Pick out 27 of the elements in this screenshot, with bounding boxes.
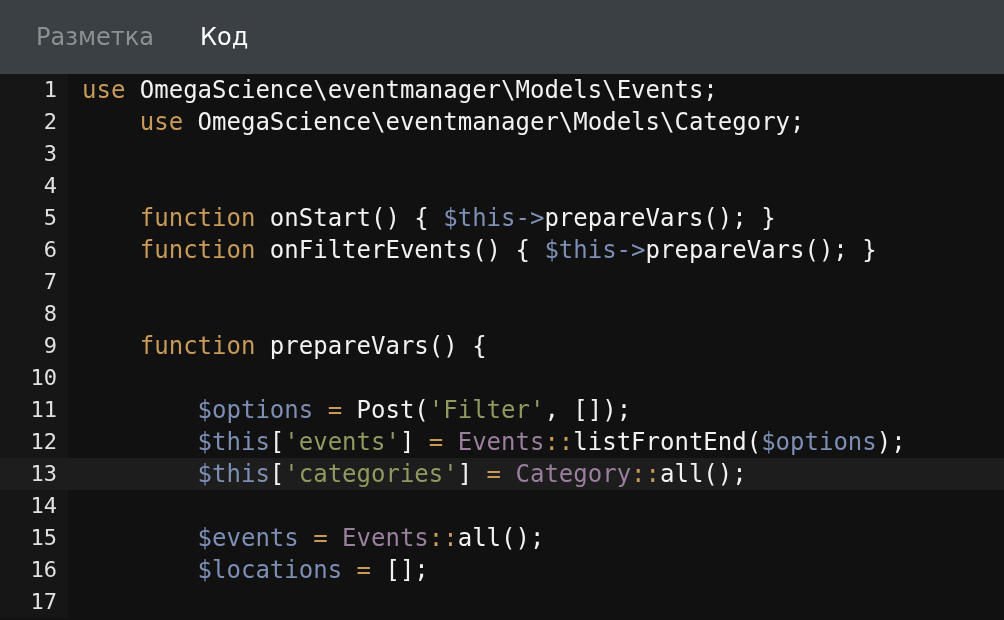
line-number: 3	[42, 140, 58, 168]
code-line: $options = Post('Filter', []);	[196, 395, 633, 426]
code-line: use OmegaScience\eventmanager\Models\Events;	[81, 75, 719, 106]
line-number: 4	[42, 172, 58, 200]
line-number: 13	[0, 458, 68, 490]
line-number: 12	[29, 428, 58, 456]
line-number: 17	[29, 588, 58, 616]
code-line: function prepareVars() {	[138, 331, 488, 362]
code-line: $events = Events::all();	[196, 523, 546, 554]
code-line: function onFilterEvents() { $this->prepareVars(); }	[138, 235, 878, 266]
line-number: 10	[29, 364, 58, 392]
line-number: 1	[42, 76, 58, 104]
tab[interactable]: Код	[200, 19, 249, 55]
line-number: 7	[42, 268, 58, 296]
code-line: $locations = [];	[196, 555, 430, 586]
line-number: 2	[42, 108, 58, 136]
line-number: 8	[42, 300, 58, 328]
line-number: 5	[42, 204, 58, 232]
code-line: use OmegaScience\eventmanager\Models\Category;	[138, 107, 806, 138]
line-number: 9	[42, 332, 58, 360]
code-line: $this['events'] = Events::listFrontEnd($options);	[196, 427, 907, 458]
line-number: 16	[29, 556, 58, 584]
code-line: function onStart() { $this->prepareVars(); }	[138, 203, 777, 234]
line-number: 15	[29, 524, 58, 552]
line-number: 6	[42, 236, 58, 264]
line-number: 14	[29, 492, 58, 520]
line-number: 11	[29, 396, 58, 424]
